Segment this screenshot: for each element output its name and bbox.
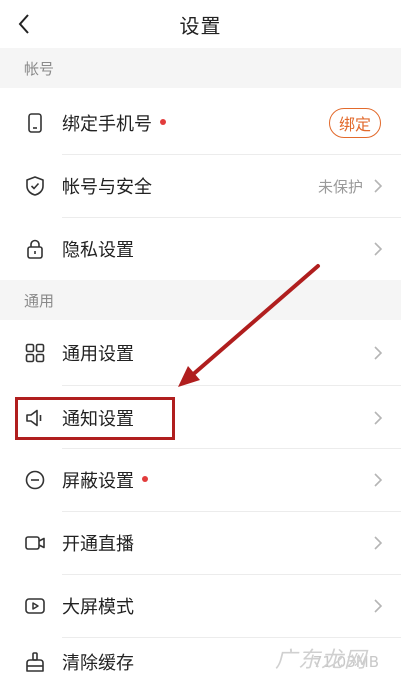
row-privacy-label: 隐私设置 xyxy=(62,240,134,261)
back-arrow-icon[interactable] xyxy=(12,10,40,38)
row-bigscreen[interactable]: 大屏模式 xyxy=(0,575,401,637)
section-account: 帐号 xyxy=(0,48,401,88)
row-block[interactable]: 屏蔽设置 xyxy=(0,449,401,511)
chevron-right-icon xyxy=(374,473,383,487)
row-bind-phone-label: 绑定手机号 xyxy=(62,110,166,136)
phone-icon xyxy=(28,113,42,133)
red-dot-badge xyxy=(160,119,166,125)
chevron-right-icon xyxy=(374,411,383,425)
red-dot-badge xyxy=(142,476,148,482)
row-general-settings-label: 通用设置 xyxy=(62,344,134,365)
page-title: 设置 xyxy=(179,13,222,38)
lock-icon xyxy=(27,239,43,259)
row-bigscreen-label: 大屏模式 xyxy=(62,597,134,618)
section-general-label: 通用 xyxy=(24,291,55,310)
row-live-label: 开通直播 xyxy=(62,534,134,555)
row-account-security[interactable]: 帐号与安全 未保护 xyxy=(0,155,401,217)
chevron-right-icon xyxy=(374,599,383,613)
grid-icon xyxy=(25,343,45,363)
row-privacy[interactable]: 隐私设置 xyxy=(0,218,401,280)
shield-check-icon xyxy=(26,176,44,196)
block-icon xyxy=(25,470,45,490)
chevron-right-icon xyxy=(374,179,383,193)
section-general: 通用 xyxy=(0,280,401,320)
row-cache-label: 清除缓存 xyxy=(62,653,134,674)
row-bind-phone[interactable]: 绑定手机号 绑定 xyxy=(0,92,401,154)
chevron-right-icon xyxy=(374,346,383,360)
video-camera-icon xyxy=(25,536,45,550)
row-live[interactable]: 开通直播 xyxy=(0,512,401,574)
security-status: 未保护 xyxy=(317,177,363,196)
bind-button[interactable]: 绑定 xyxy=(329,108,381,138)
divider xyxy=(62,385,401,386)
row-account-security-label: 帐号与安全 xyxy=(62,177,152,198)
section-account-label: 帐号 xyxy=(24,59,55,78)
chevron-right-icon xyxy=(374,536,383,550)
chevron-right-icon xyxy=(374,242,383,256)
row-general-settings[interactable]: 通用设置 xyxy=(0,322,401,384)
row-block-label: 屏蔽设置 xyxy=(62,467,148,493)
watermark-text: 广东龙网 xyxy=(274,648,367,673)
play-screen-icon xyxy=(25,598,45,614)
broom-icon xyxy=(26,652,44,672)
highlight-box xyxy=(15,397,175,440)
header: 设置 xyxy=(0,0,401,48)
